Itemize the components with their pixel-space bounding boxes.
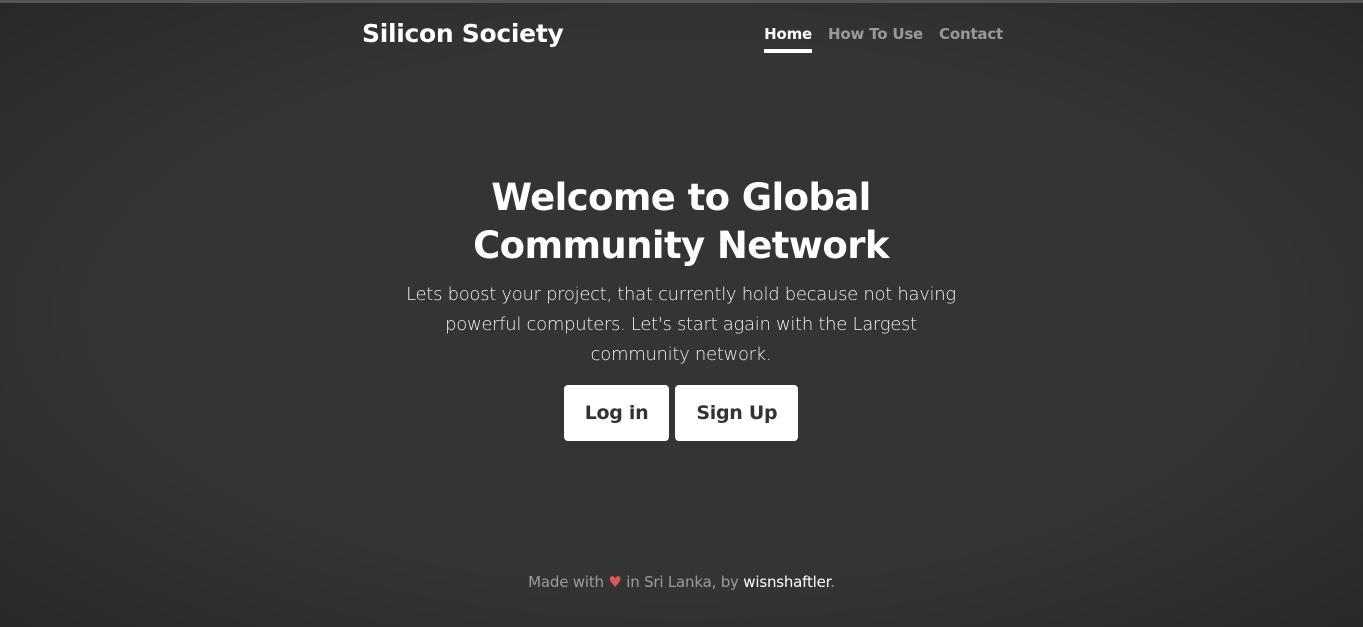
main-nav: Home How To Use Contact bbox=[764, 25, 1003, 53]
nav-link-home[interactable]: Home bbox=[764, 25, 812, 53]
hero-title: Welcome to Global Community Network bbox=[473, 176, 889, 267]
signup-button[interactable]: Sign Up bbox=[675, 385, 799, 441]
brand-title[interactable]: Silicon Society bbox=[362, 19, 564, 48]
login-button[interactable]: Log in bbox=[563, 385, 670, 441]
heart-icon: ♥ bbox=[608, 573, 622, 591]
nav-link-how-to-use[interactable]: How To Use bbox=[828, 25, 923, 53]
footer-made-with: Made with bbox=[528, 573, 604, 591]
footer-location: in Sri Lanka, by bbox=[626, 573, 739, 591]
cta-buttons: Log in Sign Up bbox=[381, 385, 981, 441]
author-link[interactable]: wisnshaftler bbox=[743, 573, 830, 591]
nav-link-contact[interactable]: Contact bbox=[939, 25, 1003, 53]
site-header: Silicon Society Home How To Use Contact bbox=[362, 3, 1005, 73]
hero-lead: Lets boost your project, that currently … bbox=[406, 284, 956, 365]
hero-section: Welcome to Global Community Network Lets… bbox=[381, 174, 981, 441]
footer-period: . bbox=[830, 573, 835, 591]
site-footer: Made with ♥ in Sri Lanka, by wisnshaftle… bbox=[0, 573, 1363, 591]
